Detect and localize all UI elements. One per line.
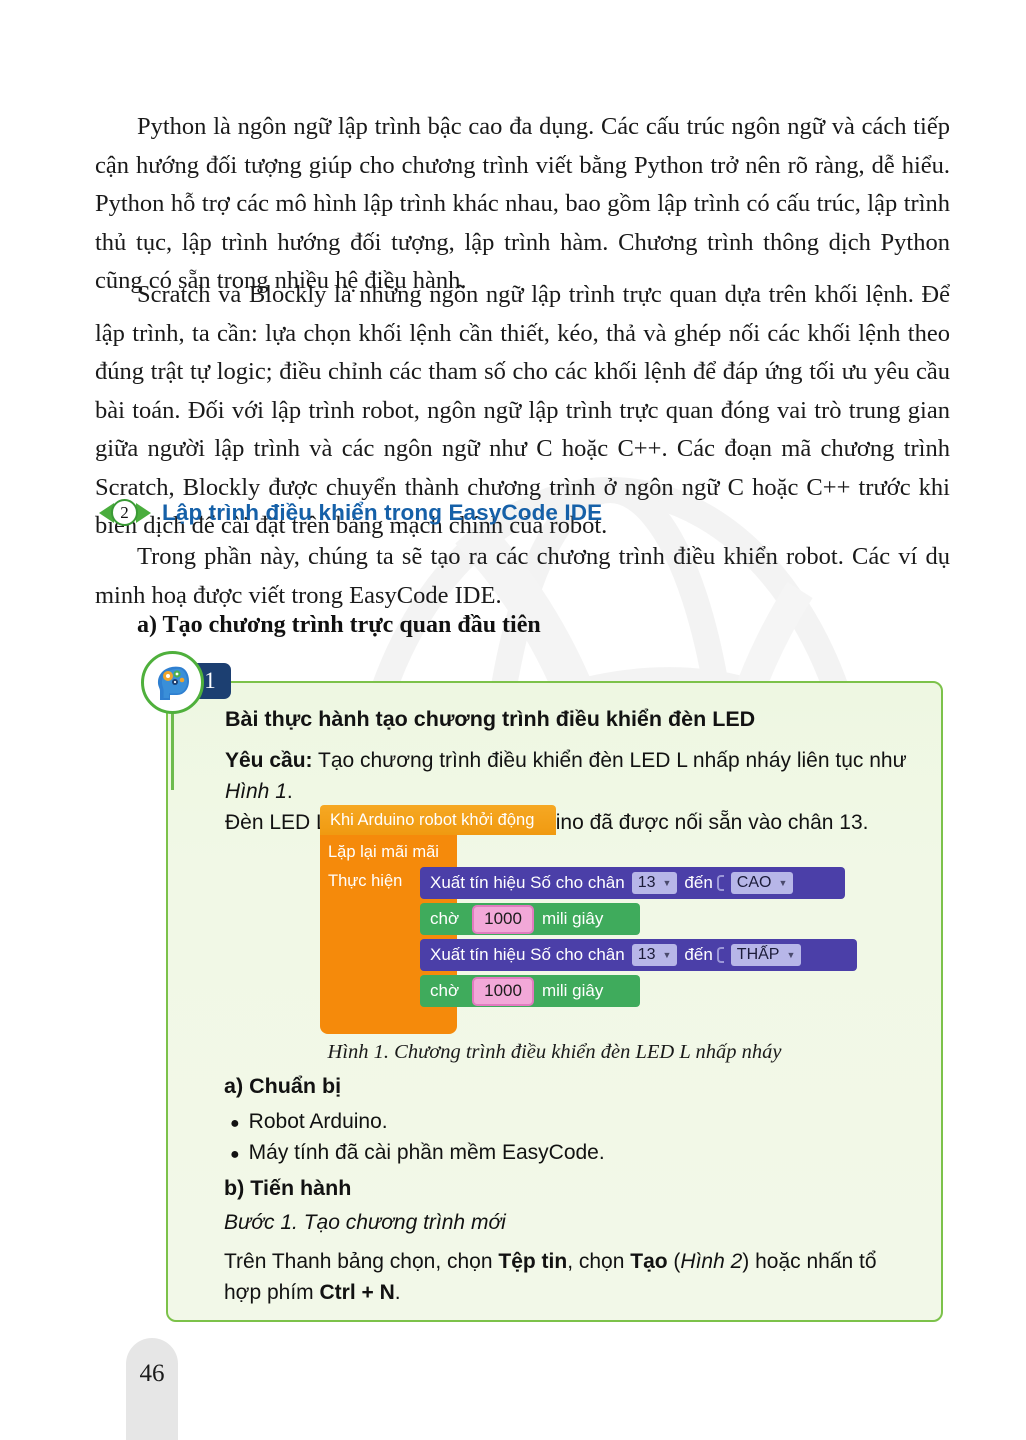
step-figref: Hình 2: [680, 1250, 743, 1273]
chevron-down-icon: ▼: [662, 950, 672, 960]
menu-tep-tin: Tệp tin: [498, 1250, 568, 1273]
requirement-text-1: Tạo chương trình điều khiển đèn LED L nh…: [312, 749, 907, 772]
wait-label-1: chờ: [430, 909, 460, 928]
block-loop-label: Lặp lại mãi mãi: [328, 843, 439, 861]
requirement-label: Yêu cầu:: [225, 749, 313, 772]
level-dropdown-1[interactable]: CAO ▼: [730, 872, 794, 894]
icon-stem: [171, 710, 174, 790]
section-badge: 2: [99, 499, 153, 527]
step-label: Bước 1. Tạo chương trình mới: [224, 1211, 506, 1234]
practice-box-title: Bài thực hành tạo chương trình điều khiể…: [225, 707, 756, 731]
requirement-figref: Hình 1: [225, 780, 287, 803]
block-wait-1[interactable]: chờ 1000 mili giây: [420, 903, 640, 935]
wait-unit-1: mili giây: [541, 909, 604, 928]
chevron-down-icon: ▼: [778, 878, 788, 888]
wait-value-field-1[interactable]: 1000: [472, 904, 534, 934]
wait-value-field-2[interactable]: 1000: [472, 976, 534, 1006]
section-title: Lập trình điều khiển trong EasyCode IDE: [162, 500, 603, 525]
block-loop-foot: [320, 1020, 457, 1034]
section-heading: 2 Lập trình điều khiển trong EasyCode ID…: [99, 499, 602, 527]
prep-item-1: Máy tính đã cài phần mềm EasyCode.: [248, 1141, 605, 1164]
bullet-icon: ●: [230, 1115, 240, 1132]
prep-heading: a) Chuẩn bị: [224, 1074, 342, 1098]
figure-caption-label: Hình 1.: [327, 1041, 390, 1063]
step-text-5: .: [394, 1281, 401, 1304]
wait-unit-2: mili giây: [541, 981, 604, 1000]
pin-value-2: 13: [637, 946, 656, 963]
requirement-text-2: .: [286, 780, 293, 803]
arrow-right-icon: [136, 503, 151, 523]
pin-dropdown-1[interactable]: 13 ▼: [631, 872, 678, 894]
step-text-2: , chọn: [567, 1250, 631, 1273]
step-instruction: Trên Thanh bảng chọn, chọn Tệp tin, chọn…: [224, 1246, 914, 1308]
chevron-down-icon: ▼: [662, 878, 672, 888]
plug-icon: [716, 947, 724, 963]
level-value-1: CAO: [736, 874, 772, 891]
figure-caption: Hình 1. Chương trình điều khiển đèn LED …: [166, 1041, 943, 1064]
block-digital-write-low[interactable]: Xuất tín hiệu Số cho chân 13 ▼ đến THẤP …: [420, 939, 857, 971]
pin-dropdown-2[interactable]: 13 ▼: [631, 944, 678, 966]
wait-value-2: 1000: [484, 981, 522, 1000]
figure-caption-text: Chương trình điều khiển đèn LED L nhấp n…: [389, 1041, 782, 1063]
block-wait-2[interactable]: chờ 1000 mili giây: [420, 975, 640, 1007]
plug-icon: [716, 875, 724, 891]
bullet-icon: ●: [230, 1146, 240, 1163]
brain-head-icon: [141, 651, 204, 714]
list-item: ● Robot Arduino.: [230, 1110, 388, 1134]
page-number: 46: [139, 1360, 165, 1387]
page-number-background: [126, 1338, 178, 1440]
block-do-label: Thực hiện: [328, 872, 403, 890]
chevron-down-icon: ▼: [786, 950, 796, 960]
wait-value-1: 1000: [484, 909, 522, 928]
block-hat-start[interactable]: Khi Arduino robot khởi động: [320, 805, 556, 835]
step-text-1: Trên Thanh bảng chọn, chọn: [224, 1250, 499, 1273]
block-digital-write-high[interactable]: Xuất tín hiệu Số cho chân 13 ▼ đến CAO ▼: [420, 867, 845, 899]
paragraph-python: Python là ngôn ngữ lập trình bậc cao đa …: [95, 113, 950, 294]
section-number: 2: [111, 499, 138, 526]
wait-label-2: chờ: [430, 981, 460, 1000]
connector-label-1: đến: [684, 873, 713, 892]
block-label-1: Xuất tín hiệu Số cho chân: [430, 873, 625, 892]
level-value-2: THẤP: [736, 946, 780, 963]
connector-label-2: đến: [684, 945, 713, 964]
textbook-page: Python là ngôn ngữ lập trình bậc cao đa …: [0, 0, 1026, 1440]
pin-value-1: 13: [637, 874, 656, 891]
step-text-3: (: [667, 1250, 681, 1273]
blockly-program: Khi Arduino robot khởi động Lặp lại mãi …: [320, 805, 857, 1037]
paragraph-intro-easycode: Trong phần này, chúng ta sẽ tạo ra các c…: [95, 543, 950, 609]
shortcut-ctrl-n: Ctrl + N: [319, 1281, 395, 1304]
subheading-a: a) Tạo chương trình trực quan đầu tiên: [137, 612, 541, 638]
proceed-heading: b) Tiến hành: [224, 1176, 352, 1200]
menu-tao: Tạo: [630, 1250, 668, 1273]
level-dropdown-2[interactable]: THẤP ▼: [730, 944, 802, 966]
list-item: ● Máy tính đã cài phần mềm EasyCode.: [230, 1141, 605, 1165]
block-label-2: Xuất tín hiệu Số cho chân: [430, 945, 625, 964]
prep-item-0: Robot Arduino.: [248, 1110, 388, 1133]
